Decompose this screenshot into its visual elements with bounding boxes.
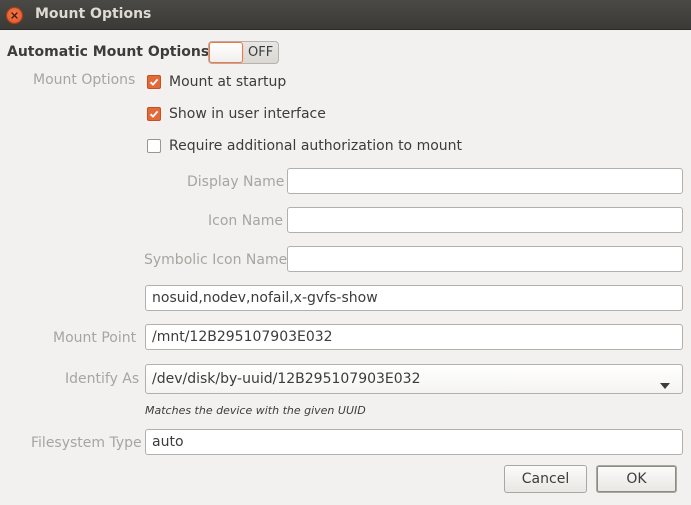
- show-in-user-interface-checkbox[interactable]: Show in user interface: [147, 105, 326, 123]
- icon-name-label: Icon Name: [208, 213, 284, 229]
- identify-as-label: Identify As: [65, 371, 140, 387]
- symbolic-icon-name-label: Symbolic Icon Name: [144, 252, 288, 268]
- checkmark-icon[interactable]: [147, 75, 161, 89]
- display-name-label: Display Name: [187, 174, 285, 190]
- symbolic-icon-name-input[interactable]: [287, 246, 683, 272]
- mount-options-dialog: Mount Options Automatic Mount Options OF…: [0, 0, 691, 505]
- filesystem-type-input[interactable]: auto: [145, 429, 683, 455]
- mount-at-startup-checkbox[interactable]: Mount at startup: [147, 73, 286, 91]
- automatic-mount-options-label: Automatic Mount Options: [7, 44, 210, 60]
- title-bar: Mount Options: [0, 0, 691, 30]
- mount-point-input[interactable]: /mnt/12B295107903E032: [145, 324, 683, 350]
- mount-point-label: Mount Point: [53, 330, 137, 346]
- identify-as-value: /dev/disk/by-uuid/12B295107903E032: [152, 371, 421, 387]
- toggle-knob[interactable]: [209, 42, 243, 63]
- checkbox-box[interactable]: [147, 139, 161, 153]
- checkmark-icon[interactable]: [147, 107, 161, 121]
- checkbox-label: Show in user interface: [169, 106, 326, 122]
- ok-button[interactable]: OK: [596, 465, 677, 493]
- filesystem-type-label: Filesystem Type: [31, 435, 142, 451]
- close-icon[interactable]: [7, 8, 22, 23]
- identify-as-dropdown[interactable]: /dev/disk/by-uuid/12B295107903E032: [145, 364, 683, 394]
- checkbox-label: Require additional authorization to moun…: [169, 138, 463, 154]
- checkbox-label: Mount at startup: [169, 74, 287, 90]
- mount-options-input[interactable]: nosuid,nodev,nofail,x-gvfs-show: [145, 285, 683, 311]
- cancel-button[interactable]: Cancel: [504, 465, 587, 493]
- display-name-input[interactable]: [287, 168, 683, 194]
- toggle-state-label: OFF: [248, 45, 274, 60]
- icon-name-input[interactable]: [287, 207, 683, 233]
- automatic-mount-options-toggle[interactable]: OFF: [208, 41, 279, 64]
- mount-options-label: Mount Options: [33, 72, 136, 88]
- identify-as-hint: Matches the device with the given UUID: [145, 404, 366, 417]
- window-title: Mount Options: [35, 6, 152, 22]
- dropdown-arrow-icon[interactable]: [660, 377, 670, 393]
- require-authorization-checkbox[interactable]: Require additional authorization to moun…: [147, 137, 462, 155]
